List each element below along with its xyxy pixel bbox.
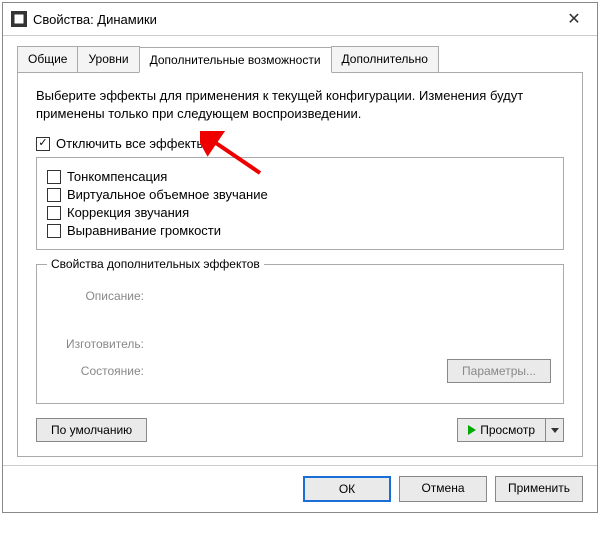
group-legend: Свойства дополнительных эффектов xyxy=(47,257,264,271)
parameters-button[interactable]: Параметры... xyxy=(447,359,551,383)
defaults-button[interactable]: По умолчанию xyxy=(36,418,147,442)
effect-label: Виртуальное объемное звучание xyxy=(67,187,268,202)
list-item: Виртуальное объемное звучание xyxy=(47,187,553,202)
prop-value xyxy=(152,337,551,351)
effect-checkbox[interactable] xyxy=(47,188,61,202)
prop-label: Состояние: xyxy=(49,364,144,378)
preview-split-button: Просмотр xyxy=(457,418,564,442)
effect-checkbox[interactable] xyxy=(47,170,61,184)
tab-general[interactable]: Общие xyxy=(17,46,78,72)
list-item: Коррекция звучания xyxy=(47,205,553,220)
apply-button[interactable]: Применить xyxy=(495,476,583,502)
effect-label: Тонкомпенсация xyxy=(67,169,167,184)
prop-value xyxy=(152,289,551,303)
effect-label: Коррекция звучания xyxy=(67,205,189,220)
close-icon[interactable]: ✕ xyxy=(559,9,589,29)
titlebar: Свойства: Динамики ✕ xyxy=(3,3,597,36)
prop-description: Описание: xyxy=(49,289,551,303)
content-area: Общие Уровни Дополнительные возможности … xyxy=(3,36,597,465)
prop-status: Состояние: Параметры... xyxy=(49,359,551,383)
instruction-text: Выберите эффекты для применения к текуще… xyxy=(36,87,564,122)
list-item: Тонкомпенсация xyxy=(47,169,553,184)
properties-dialog: Свойства: Динамики ✕ Общие Уровни Дополн… xyxy=(2,2,598,513)
effects-list: Тонкомпенсация Виртуальное объемное звуч… xyxy=(36,157,564,250)
prop-label: Описание: xyxy=(49,289,144,303)
effect-label: Выравнивание громкости xyxy=(67,223,221,238)
effect-checkbox[interactable] xyxy=(47,224,61,238)
dialog-button-row: ОК Отмена Применить xyxy=(3,465,597,512)
window-title: Свойства: Динамики xyxy=(33,12,559,27)
list-item: Выравнивание громкости xyxy=(47,223,553,238)
tab-enhancements[interactable]: Дополнительные возможности xyxy=(139,47,332,73)
preview-dropdown-button[interactable] xyxy=(546,418,564,442)
preview-button[interactable]: Просмотр xyxy=(457,418,546,442)
tab-advanced[interactable]: Дополнительно xyxy=(331,46,439,72)
prop-vendor: Изготовитель: xyxy=(49,337,551,351)
app-icon xyxy=(11,11,27,27)
disable-all-row: Отключить все эффекты xyxy=(36,136,564,151)
preview-label: Просмотр xyxy=(480,423,535,437)
play-icon xyxy=(468,425,476,435)
disable-all-checkbox[interactable] xyxy=(36,137,50,151)
effect-checkbox[interactable] xyxy=(47,206,61,220)
cancel-button[interactable]: Отмена xyxy=(399,476,487,502)
tab-levels[interactable]: Уровни xyxy=(77,46,139,72)
tab-strip: Общие Уровни Дополнительные возможности … xyxy=(17,46,583,73)
effect-properties-group: Свойства дополнительных эффектов Описани… xyxy=(36,264,564,404)
ok-button[interactable]: ОК xyxy=(303,476,391,502)
panel-bottom-row: По умолчанию Просмотр xyxy=(36,418,564,442)
prop-label: Изготовитель: xyxy=(49,337,144,351)
disable-all-label: Отключить все эффекты xyxy=(56,136,206,151)
tab-panel-enhancements: Выберите эффекты для применения к текуще… xyxy=(17,73,583,457)
chevron-down-icon xyxy=(551,428,559,433)
